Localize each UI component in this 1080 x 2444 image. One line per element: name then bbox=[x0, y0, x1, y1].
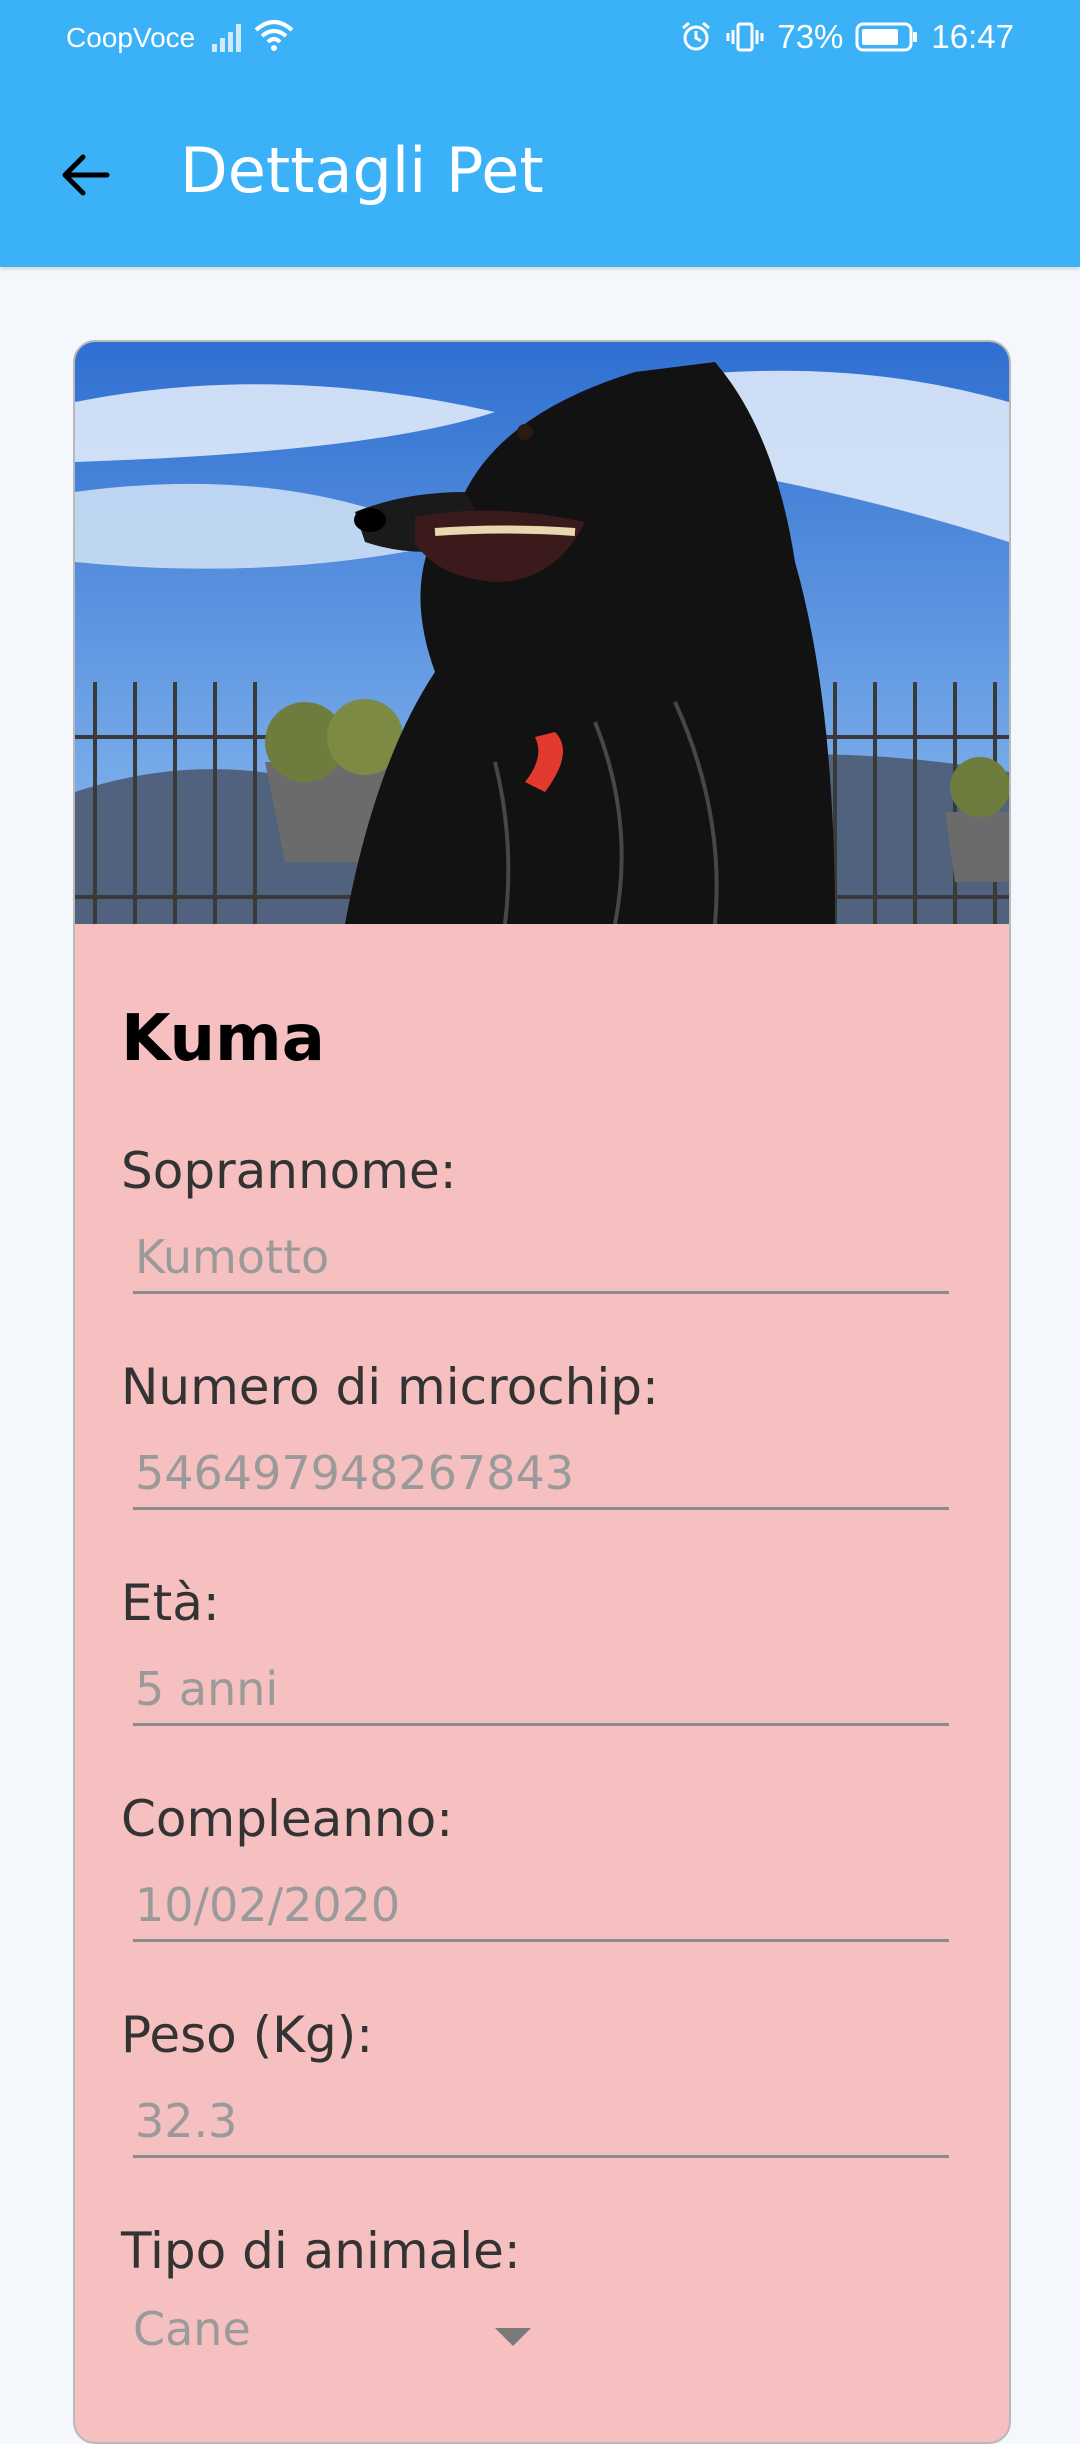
arrow-left-icon bbox=[62, 154, 110, 196]
pet-detail-card: Kuma Soprannome: Kumotto Numero di micro… bbox=[73, 340, 1011, 2444]
dropdown-arrow-icon bbox=[495, 2328, 531, 2346]
status-bar: CoopVoce 73% 16:47 bbox=[0, 0, 1080, 80]
microchip-field[interactable]: 546497948267843 bbox=[133, 1438, 949, 1510]
carrier-label: CoopVoce bbox=[66, 22, 196, 53]
clock: 16:47 bbox=[931, 18, 1014, 55]
dog-photo bbox=[75, 342, 1009, 924]
battery-icon bbox=[855, 22, 918, 52]
weight-label: Peso (Kg): bbox=[121, 2006, 374, 2064]
signal-icon bbox=[212, 24, 241, 52]
nickname-field[interactable]: Kumotto bbox=[133, 1222, 949, 1294]
nickname-label: Soprannome: bbox=[121, 1142, 457, 1200]
microchip-label: Numero di microchip: bbox=[121, 1358, 659, 1416]
birthday-field[interactable]: 10/02/2020 bbox=[133, 1870, 949, 1942]
age-field[interactable]: 5 anni bbox=[133, 1654, 949, 1726]
weight-field[interactable]: 32.3 bbox=[133, 2086, 949, 2158]
birthday-label: Compleanno: bbox=[121, 1790, 454, 1848]
page-title: Dettagli Pet bbox=[180, 134, 544, 207]
vibrate-icon bbox=[726, 22, 764, 52]
battery-percent: 73% bbox=[777, 18, 844, 55]
pet-name: Kuma bbox=[121, 1002, 325, 1076]
status-right-group: 73% 16:47 bbox=[679, 18, 1014, 56]
app-bar: Dettagli Pet bbox=[0, 80, 1080, 267]
wifi-icon bbox=[254, 20, 294, 51]
alarm-icon bbox=[682, 21, 711, 51]
animal-type-select[interactable]: Cane bbox=[133, 2302, 533, 2372]
back-button[interactable] bbox=[40, 130, 130, 220]
animal-type-label: Tipo di animale: bbox=[121, 2222, 521, 2280]
age-label: Età: bbox=[121, 1574, 220, 1632]
